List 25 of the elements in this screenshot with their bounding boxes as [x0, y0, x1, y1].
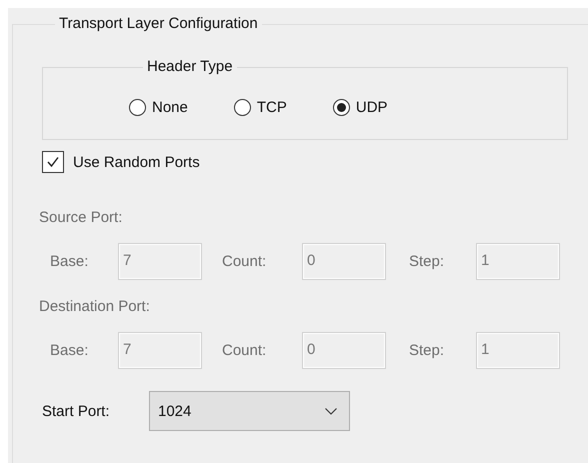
radio-button[interactable] — [129, 99, 146, 116]
field-label: Step: — [409, 342, 446, 359]
radio-option[interactable]: None — [129, 99, 188, 116]
caret-icon — [325, 408, 337, 414]
radio-label: None — [152, 99, 188, 116]
radio-button[interactable] — [234, 99, 251, 116]
checkbox-label: Use Random Ports — [73, 154, 200, 170]
radio-label: UDP — [356, 99, 388, 116]
group-title: Transport Layer Configuration — [58, 15, 259, 33]
section-label: Source Port: — [39, 209, 124, 227]
section-label: Destination Port: — [39, 298, 151, 316]
field-label: Base: — [50, 342, 90, 359]
field-label: Step: — [409, 253, 446, 270]
field-label: Base: — [50, 253, 90, 270]
group-title: Header Type — [146, 58, 234, 76]
dropdown[interactable]: 1024 — [149, 391, 350, 431]
field-label: Start Port: — [42, 402, 111, 420]
radio-label: TCP — [256, 99, 287, 116]
radio-option[interactable]: TCP — [234, 99, 287, 116]
radio-button[interactable] — [332, 99, 350, 116]
radio-option[interactable]: UDP — [332, 99, 388, 116]
field-label: Count: — [222, 253, 268, 270]
field-label: Count: — [222, 342, 268, 359]
checkmark-icon — [46, 155, 60, 169]
checkbox[interactable] — [42, 151, 64, 173]
